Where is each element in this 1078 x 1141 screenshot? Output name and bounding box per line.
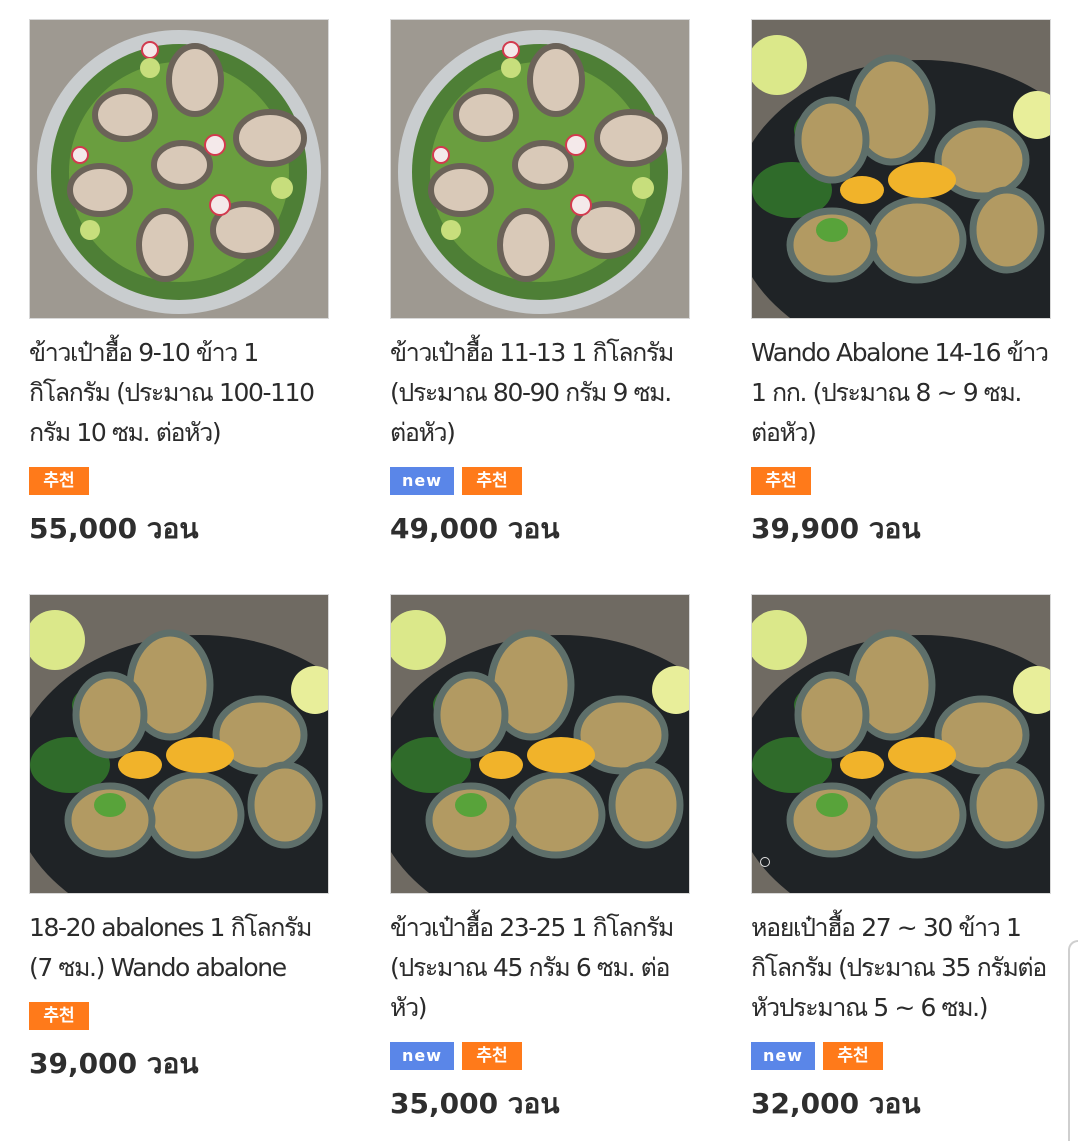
new-badge: new [390,1042,454,1070]
product-price: 49,000 วอน [390,512,560,545]
raw-abalone-platter-image [30,20,328,318]
product-card[interactable]: Wando Abalone 14-16 ข้าว 1 กก. (ประมาณ 8… [751,19,1051,551]
badge-row: 추천 [29,1002,329,1030]
product-card[interactable]: หอยเป๋าฮื้อ 27 ~ 30 ข้าว 1 กิโลกรัม (ประ… [751,594,1051,1126]
product-card[interactable]: ข้าวเป๋าฮื้อ 9-10 ข้าว 1 กิโลกรัม (ประมา… [29,19,329,551]
scroll-edge-indicator [1068,940,1078,1141]
product-title[interactable]: 18-20 abalones 1 กิโลกรัม (7 ซม.) Wando … [29,908,329,988]
grilled-abalone-image [752,20,1050,318]
product-price: 32,000 วอน [751,1087,921,1120]
product-title[interactable]: ข้าวเป๋าฮื้อ 23-25 1 กิโลกรัม (ประมาณ 45… [390,908,690,1028]
product-grid: ข้าวเป๋าฮื้อ 9-10 ข้าว 1 กิโลกรัม (ประมา… [0,0,1078,1141]
recommend-badge: 추천 [29,1002,89,1030]
product-image[interactable] [751,19,1051,319]
recommend-badge: 추천 [751,467,811,495]
raw-abalone-platter-image [391,20,689,318]
product-title[interactable]: ข้าวเป๋าฮื้อ 9-10 ข้าว 1 กิโลกรัม (ประมา… [29,333,329,453]
product-image[interactable] [29,19,329,319]
recommend-badge: 추천 [462,1042,522,1070]
grilled-abalone-image [752,595,1050,893]
product-price: 39,900 วอน [751,512,921,545]
product-image[interactable] [390,19,690,319]
product-card[interactable]: ข้าวเป๋าฮื้อ 11-13 1 กิโลกรัม (ประมาณ 80… [390,19,690,551]
product-image[interactable] [751,594,1051,894]
badge-row: new 추천 [390,467,690,495]
product-price: 39,000 วอน [29,1047,199,1080]
product-card[interactable]: 18-20 abalones 1 กิโลกรัม (7 ซม.) Wando … [29,594,329,1086]
grilled-abalone-image [30,595,328,893]
product-image[interactable] [29,594,329,894]
product-title[interactable]: Wando Abalone 14-16 ข้าว 1 กก. (ประมาณ 8… [751,333,1051,453]
new-badge: new [390,467,454,495]
recommend-badge: 추천 [29,467,89,495]
badge-row: new 추천 [751,1042,1051,1070]
grilled-abalone-image [391,595,689,893]
recommend-badge: 추천 [462,467,522,495]
badge-row: new 추천 [390,1042,690,1070]
image-indicator-dot [760,857,770,867]
recommend-badge: 추천 [823,1042,883,1070]
product-title[interactable]: ข้าวเป๋าฮื้อ 11-13 1 กิโลกรัม (ประมาณ 80… [390,333,690,453]
badge-row: 추천 [29,467,329,495]
product-card[interactable]: ข้าวเป๋าฮื้อ 23-25 1 กิโลกรัม (ประมาณ 45… [390,594,690,1126]
new-badge: new [751,1042,815,1070]
product-title[interactable]: หอยเป๋าฮื้อ 27 ~ 30 ข้าว 1 กิโลกรัม (ประ… [751,908,1051,1028]
badge-row: 추천 [751,467,1051,495]
product-image[interactable] [390,594,690,894]
product-price: 55,000 วอน [29,512,199,545]
product-price: 35,000 วอน [390,1087,560,1120]
